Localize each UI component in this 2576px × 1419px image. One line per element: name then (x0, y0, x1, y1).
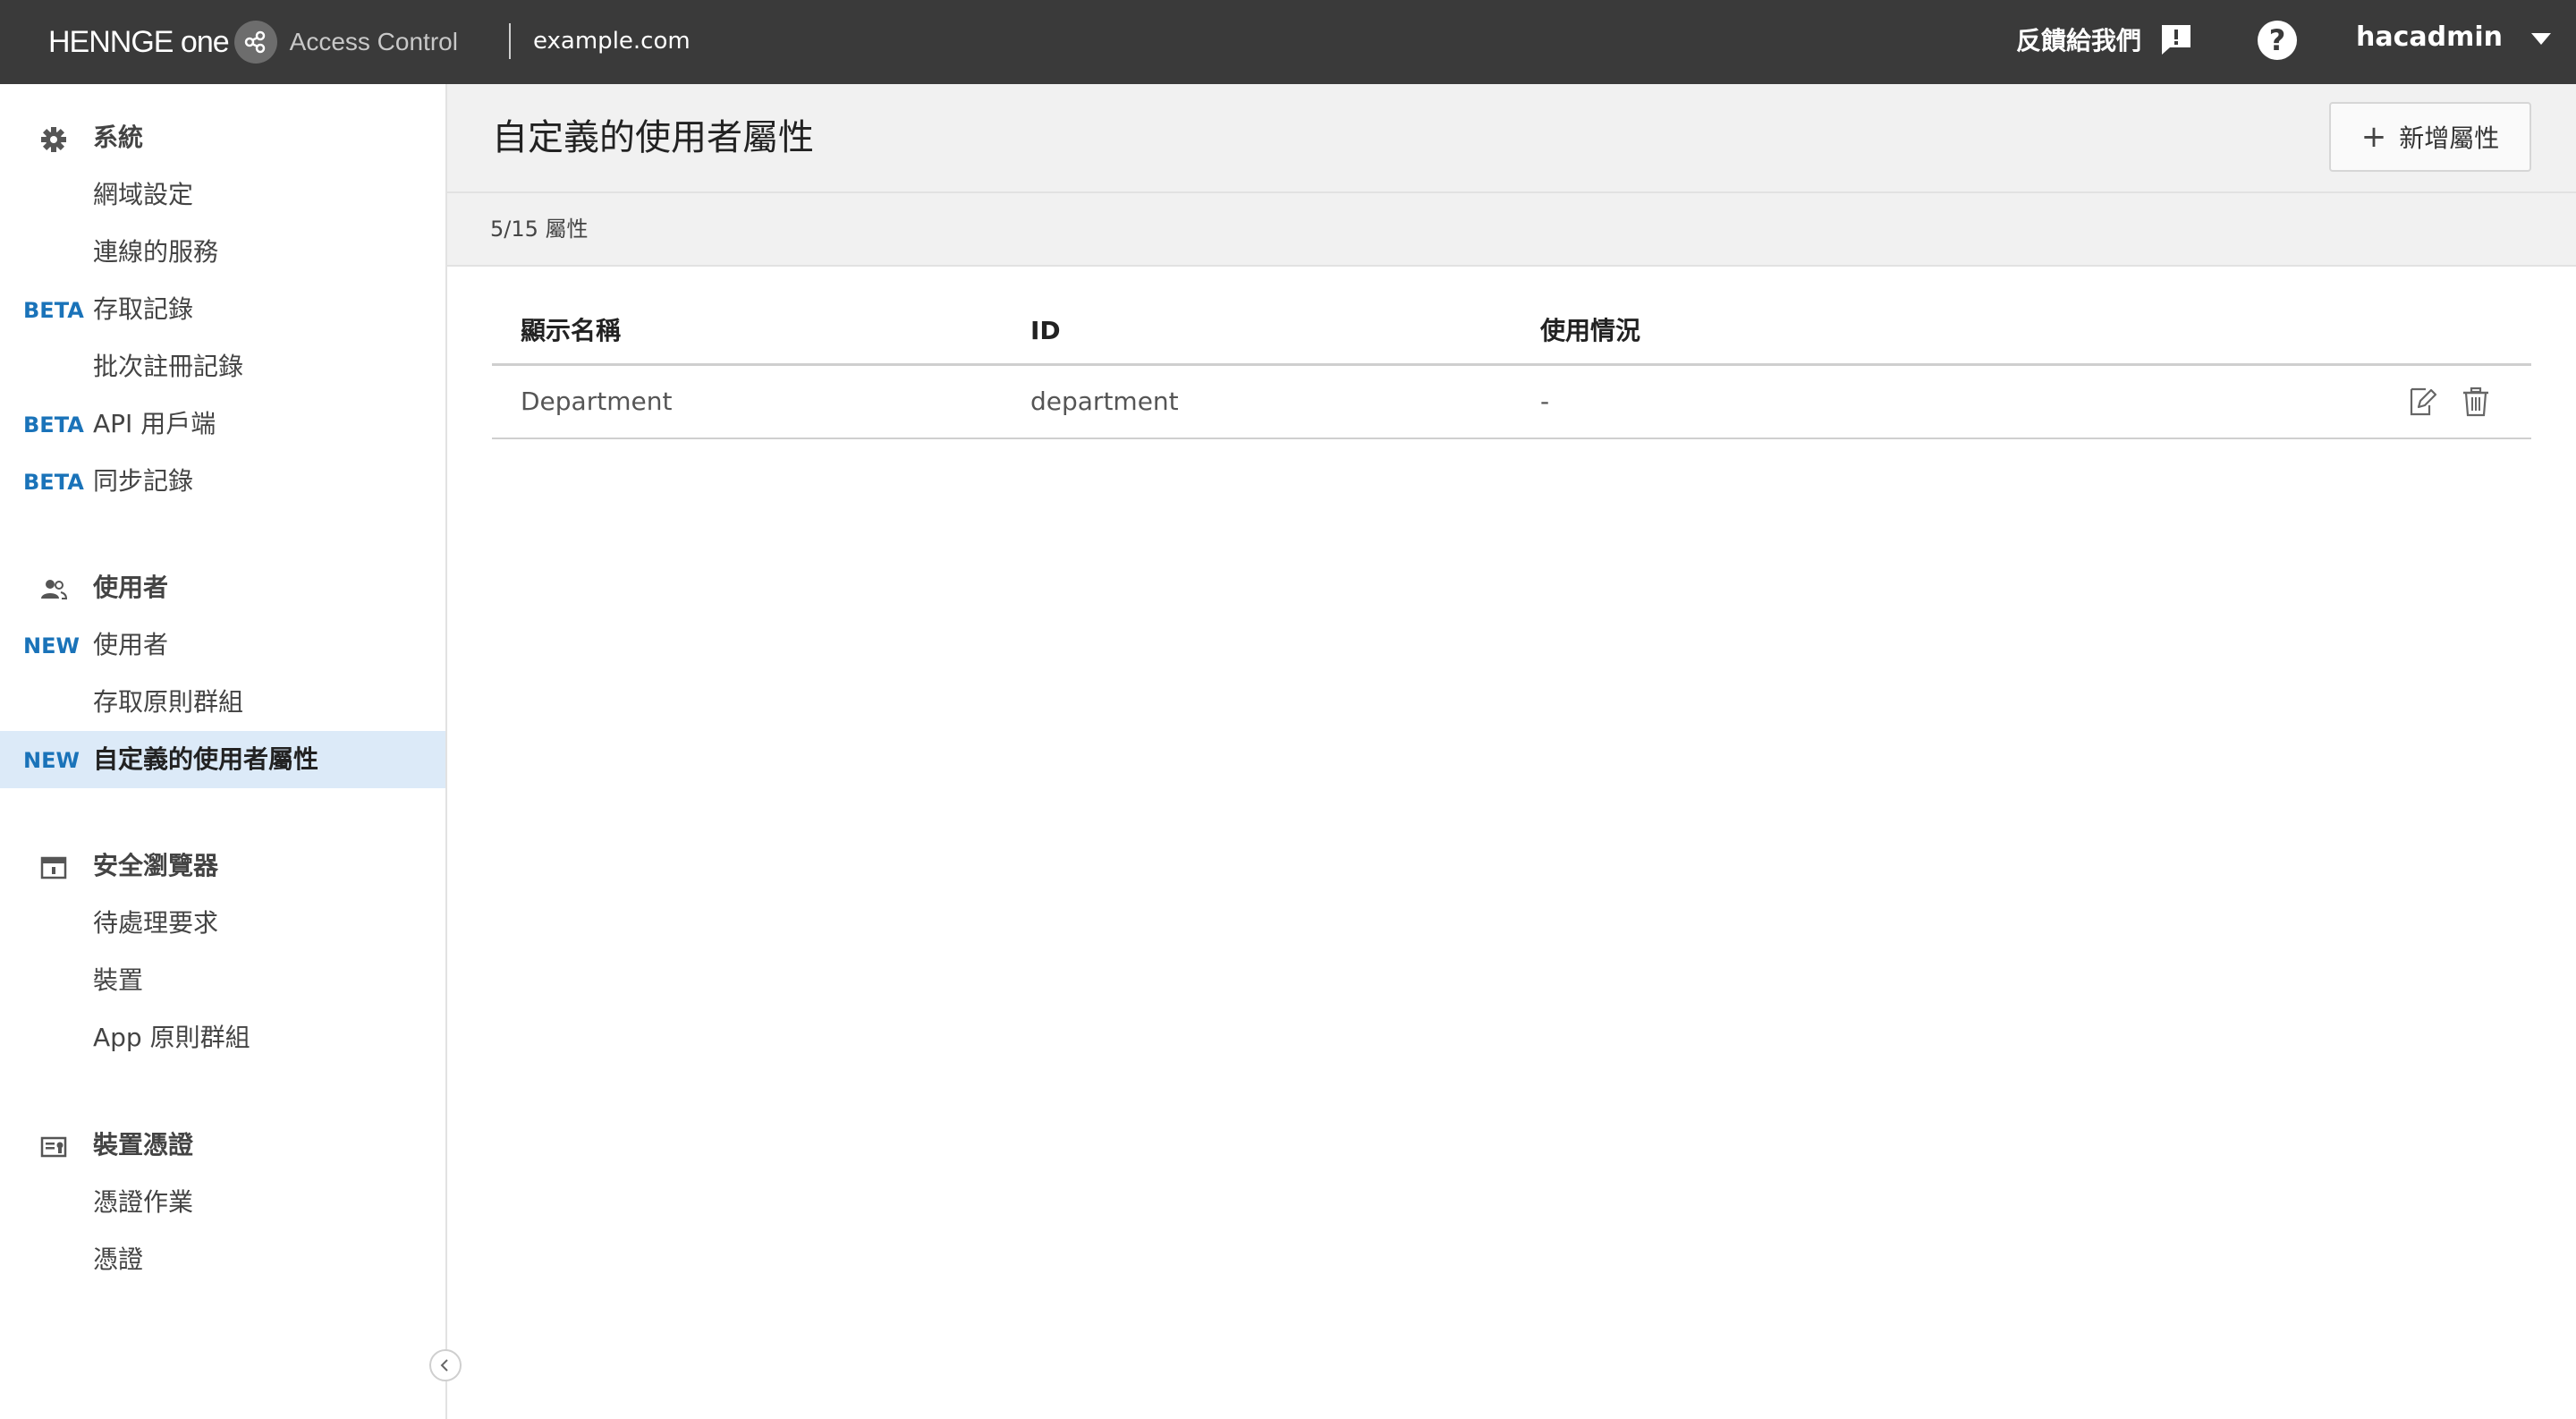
nav-group-device-certificates: 裝置憑證 憑證作業 憑證 (0, 1117, 445, 1288)
plus-icon: + (2360, 119, 2387, 155)
chevron-down-icon (2531, 33, 2552, 45)
page-header: 自定義的使用者屬性 + 新增屬性 (447, 84, 2576, 193)
top-bar: HENNGE one Access Control example.com 反饋… (0, 0, 2576, 84)
feedback-button[interactable]: 反饋給我們 (2016, 21, 2193, 57)
add-attribute-button[interactable]: + 新增屬性 (2329, 102, 2531, 172)
cell-display-name: Department (521, 387, 673, 416)
sidebar-item-custom-user-attributes[interactable]: NEW 自定義的使用者屬性 (0, 731, 445, 788)
brand-name: HENNGE one (48, 24, 230, 59)
product-name: Access Control (289, 28, 458, 55)
username: hacadmin (2356, 21, 2504, 53)
add-attribute-label: 新增屬性 (2399, 123, 2500, 153)
page-title: 自定義的使用者屬性 (492, 117, 814, 158)
attribute-count-bar: 5/15 屬性 (447, 193, 2576, 267)
beta-badge: BETA (23, 412, 84, 438)
sidebar-item-label: 存取記錄 (93, 294, 194, 324)
tenant-domain: example.com (533, 28, 691, 55)
sidebar: 系統 網域設定 連線的服務 BETA 存取記錄 批次註冊記錄 BETA API … (0, 84, 447, 1419)
sidebar-item-label: 存取原則群組 (93, 687, 244, 717)
sidebar-item-pending-requests[interactable]: 待處理要求 (0, 895, 445, 952)
edit-icon[interactable] (2406, 386, 2438, 418)
sidebar-item-label: 連線的服務 (93, 237, 219, 267)
nav-group-users: 使用者 NEW 使用者 存取原則群組 NEW 自定義的使用者屬性 (0, 559, 445, 788)
sidebar-item-label: 自定義的使用者屬性 (93, 744, 319, 774)
cell-usage: - (1540, 387, 1550, 416)
help-icon[interactable]: ? (2258, 21, 2297, 60)
group-header: 裝置憑證 (0, 1117, 445, 1174)
sidebar-item-connected-services[interactable]: 連線的服務 (0, 224, 445, 281)
gear-icon (41, 127, 66, 152)
table-header: 顯示名稱 ID 使用情況 (492, 299, 2531, 366)
column-header-usage: 使用情況 (1540, 316, 1641, 345)
sidebar-item-label: 憑證作業 (93, 1187, 194, 1217)
sidebar-item-certificates[interactable]: 憑證 (0, 1231, 445, 1288)
sidebar-item-domain-settings[interactable]: 網域設定 (0, 166, 445, 224)
column-header-id: ID (1030, 316, 1061, 345)
sidebar-item-access-policy-groups[interactable]: 存取原則群組 (0, 674, 445, 731)
group-header: 安全瀏覽器 (0, 837, 445, 895)
beta-badge: BETA (23, 470, 84, 495)
new-badge: NEW (23, 633, 80, 659)
sidebar-item-api-clients[interactable]: BETA API 用戶端 (0, 395, 445, 453)
group-title: 裝置憑證 (93, 1130, 194, 1160)
sidebar-item-label: 憑證 (93, 1245, 144, 1274)
sidebar-item-label: 網域設定 (93, 180, 194, 209)
sidebar-item-label: App 原則群組 (93, 1023, 250, 1052)
sidebar-item-users[interactable]: NEW 使用者 (0, 616, 445, 674)
certificate-icon (40, 1136, 67, 1158)
sidebar-item-label: 裝置 (93, 965, 144, 995)
users-icon (41, 580, 68, 599)
new-badge: NEW (23, 748, 80, 773)
sidebar-item-label: 同步記錄 (93, 466, 194, 496)
henngeone-logo[interactable]: HENNGE one Access Control (48, 20, 458, 64)
browser-icon (40, 856, 67, 879)
beta-badge: BETA (23, 298, 84, 323)
feedback-label: 反饋給我們 (2016, 26, 2142, 55)
cell-id: department (1030, 387, 1179, 416)
delete-icon[interactable] (2460, 386, 2492, 418)
column-header-display-name: 顯示名稱 (521, 316, 622, 345)
sidebar-item-devices[interactable]: 裝置 (0, 952, 445, 1009)
group-header: 使用者 (0, 559, 445, 616)
sidebar-item-label: 使用者 (93, 630, 169, 659)
sidebar-item-label: 批次註冊記錄 (93, 352, 244, 381)
sidebar-item-label: API 用戶端 (93, 409, 216, 438)
main-content: 自定義的使用者屬性 + 新增屬性 5/15 屬性 顯示名稱 ID 使用情況 De… (447, 84, 2576, 1419)
sidebar-item-certificate-jobs[interactable]: 憑證作業 (0, 1174, 445, 1231)
topbar-divider (509, 23, 511, 59)
brand-logo-icon (233, 21, 277, 64)
sidebar-item-sync-logs[interactable]: BETA 同步記錄 (0, 453, 445, 510)
group-header: 系統 (0, 109, 445, 166)
sidebar-item-app-policy-groups[interactable]: App 原則群組 (0, 1009, 445, 1066)
attributes-table: 顯示名稱 ID 使用情況 Department department - (492, 299, 2531, 439)
sidebar-item-access-logs[interactable]: BETA 存取記錄 (0, 281, 445, 338)
sidebar-item-label: 待處理要求 (93, 908, 219, 938)
nav-group-system: 系統 網域設定 連線的服務 BETA 存取記錄 批次註冊記錄 BETA API … (0, 109, 445, 510)
group-title: 使用者 (93, 573, 169, 602)
feedback-icon (2162, 25, 2191, 55)
group-title: 系統 (93, 123, 144, 152)
nav-group-secure-browser: 安全瀏覽器 待處理要求 裝置 App 原則群組 (0, 837, 445, 1066)
sidebar-item-batch-registration-logs[interactable]: 批次註冊記錄 (0, 338, 445, 395)
group-title: 安全瀏覽器 (93, 851, 219, 880)
table-row: Department department - (492, 366, 2531, 439)
user-menu[interactable]: hacadmin (2356, 21, 2552, 53)
attribute-count: 5/15 屬性 (490, 217, 589, 242)
